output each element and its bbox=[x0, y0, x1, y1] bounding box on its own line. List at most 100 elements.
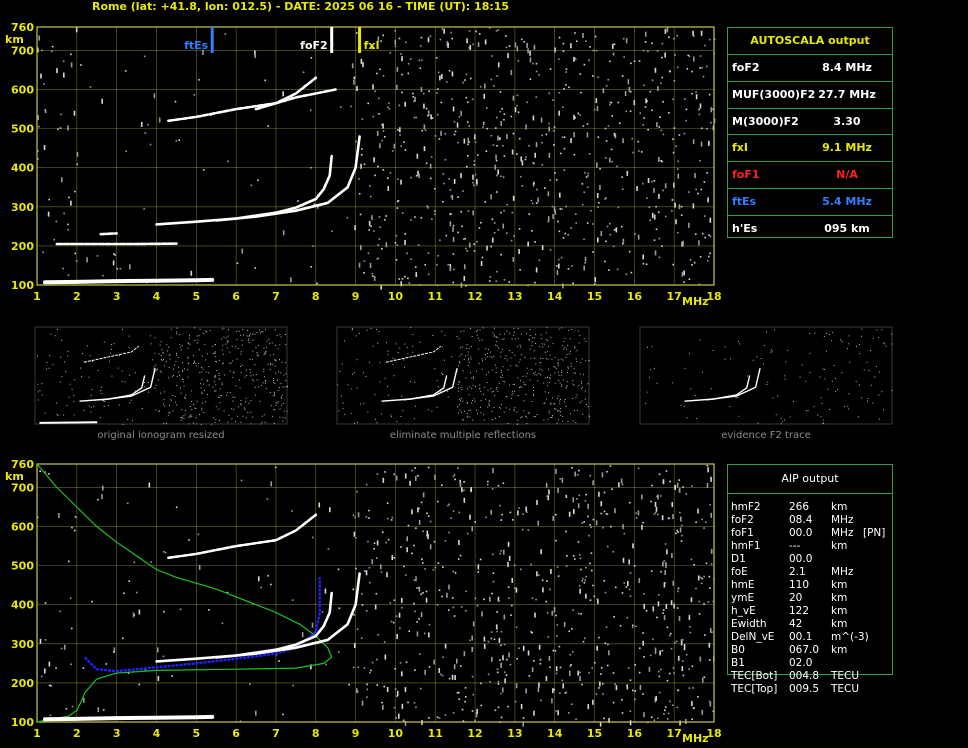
noise-pixel bbox=[508, 652, 510, 658]
noise-pixel bbox=[149, 143, 152, 146]
noise-pixel bbox=[501, 687, 504, 693]
noise-pixel bbox=[163, 550, 165, 553]
noise-pixel bbox=[446, 592, 448, 598]
noise-pixel bbox=[391, 516, 394, 519]
thumb-noise bbox=[513, 327, 515, 329]
thumb-noise bbox=[90, 394, 92, 396]
thumb-noise bbox=[351, 329, 353, 331]
noise-pixel bbox=[457, 231, 459, 234]
noise-pixel bbox=[382, 477, 385, 483]
thumb-noise bbox=[876, 329, 878, 331]
noise-pixel bbox=[567, 268, 570, 270]
noise-pixel bbox=[421, 562, 424, 564]
noise-pixel bbox=[515, 587, 518, 593]
thumb-noise bbox=[196, 423, 198, 425]
thumb-noise bbox=[187, 369, 189, 371]
thumb-noise bbox=[225, 343, 227, 345]
thumb-noise bbox=[807, 410, 809, 412]
autoscala-row-muf3000f2: MUF(3000)F2 27.7 MHz bbox=[728, 82, 892, 109]
thumb-noise bbox=[575, 358, 577, 360]
noise-pixel bbox=[471, 675, 474, 678]
thumb-noise bbox=[240, 334, 242, 336]
thumb-noise bbox=[491, 411, 493, 413]
noise-pixel bbox=[692, 687, 694, 689]
noise-pixel bbox=[428, 666, 431, 668]
noise-pixel bbox=[410, 258, 412, 261]
noise-pixel bbox=[638, 647, 641, 650]
thumb-noise bbox=[457, 390, 459, 392]
noise-pixel bbox=[606, 470, 608, 473]
x-tick-label: 18 bbox=[706, 727, 721, 740]
noise-pixel bbox=[609, 233, 612, 236]
noise-pixel bbox=[369, 185, 371, 187]
thumb-noise bbox=[380, 413, 382, 415]
noise-pixel bbox=[382, 704, 384, 710]
thumb-noise bbox=[559, 403, 561, 405]
noise-pixel bbox=[370, 225, 372, 228]
thumb-noise bbox=[201, 366, 203, 368]
thumb-noise bbox=[784, 378, 786, 380]
noise-pixel bbox=[375, 557, 378, 559]
noise-pixel bbox=[427, 110, 430, 116]
noise-pixel bbox=[369, 262, 372, 268]
thumb-noise bbox=[588, 359, 590, 361]
noise-pixel bbox=[511, 211, 514, 214]
thumb-noise bbox=[129, 402, 131, 404]
noise-pixel bbox=[600, 667, 603, 669]
noise-pixel bbox=[599, 681, 601, 687]
thumb-noise bbox=[180, 416, 182, 418]
thumb-noise bbox=[365, 376, 367, 378]
thumb-noise bbox=[229, 392, 231, 394]
noise-pixel bbox=[581, 522, 584, 524]
noise-pixel bbox=[669, 70, 671, 73]
noise-pixel bbox=[705, 562, 708, 565]
thumb-noise bbox=[752, 359, 754, 361]
noise-pixel bbox=[407, 701, 409, 704]
noise-pixel bbox=[376, 473, 379, 475]
noise-pixel bbox=[547, 191, 550, 197]
noise-pixel bbox=[406, 547, 408, 553]
noise-pixel bbox=[527, 529, 530, 531]
noise-pixel bbox=[572, 609, 574, 611]
noise-pixel bbox=[583, 265, 586, 271]
noise-pixel bbox=[148, 482, 151, 488]
thumb-noise bbox=[538, 372, 540, 374]
noise-pixel bbox=[570, 664, 572, 666]
noise-pixel bbox=[427, 515, 430, 517]
thumb-noise bbox=[237, 348, 239, 350]
noise-pixel bbox=[679, 516, 682, 522]
thumb-noise bbox=[823, 368, 825, 370]
thumb-noise bbox=[468, 386, 470, 388]
noise-pixel bbox=[408, 630, 411, 632]
noise-pixel bbox=[466, 154, 469, 157]
noise-pixel bbox=[621, 712, 624, 714]
noise-pixel bbox=[382, 75, 385, 77]
thumb-noise bbox=[557, 364, 559, 366]
noise-pixel bbox=[535, 202, 538, 204]
thumb-noise bbox=[183, 385, 185, 387]
thumb-noise bbox=[557, 359, 559, 361]
thumb-noise bbox=[535, 334, 537, 336]
noise-pixel bbox=[686, 67, 689, 70]
thumb-noise bbox=[285, 373, 287, 375]
noise-pixel bbox=[464, 79, 466, 81]
thumb-noise bbox=[393, 375, 395, 377]
noise-pixel bbox=[413, 100, 415, 103]
noise-pixel bbox=[612, 52, 615, 55]
thumb-noise bbox=[279, 408, 281, 410]
thumb-noise bbox=[73, 394, 75, 396]
x-tick-label: 8 bbox=[312, 290, 320, 303]
thumb-noise bbox=[376, 422, 378, 424]
noise-pixel bbox=[365, 610, 368, 612]
noise-pixel bbox=[494, 709, 497, 712]
noise-pixel bbox=[463, 264, 466, 270]
noise-pixel bbox=[518, 228, 521, 230]
thumb-noise bbox=[206, 393, 208, 395]
noise-pixel bbox=[694, 233, 697, 236]
thumb-noise bbox=[144, 382, 146, 384]
noise-pixel bbox=[503, 118, 505, 121]
noise-pixel bbox=[376, 658, 378, 661]
noise-pixel bbox=[496, 270, 498, 273]
noise-pixel bbox=[559, 192, 561, 198]
noise-pixel bbox=[412, 95, 415, 98]
